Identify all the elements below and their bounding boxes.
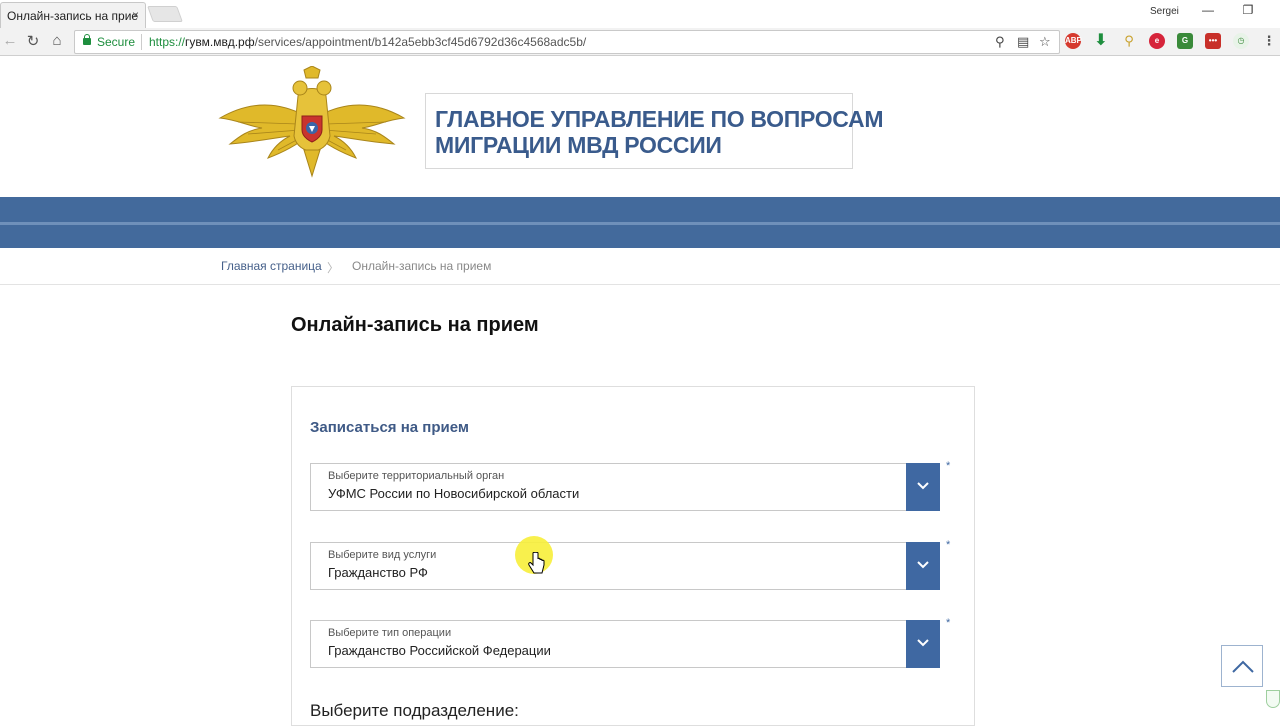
cursor-icon <box>528 552 545 574</box>
extension-g-icon[interactable]: G <box>1177 33 1193 49</box>
url-divider <box>141 34 142 50</box>
territorial-body-select[interactable]: Выберите территориальный орган УФМС Росс… <box>310 463 940 511</box>
agency-title-line-1: ГЛАВНОЕ УПРАВЛЕНИЕ ПО ВОПРОСАМ <box>435 106 884 132</box>
select-label: Выберите тип операции <box>328 627 452 639</box>
subdivision-heading: Выберите подразделение: <box>310 701 519 720</box>
breadcrumb-home-link[interactable]: Главная страница <box>221 259 322 273</box>
navigation-band-stripe <box>0 222 1280 225</box>
home-icon[interactable]: ⌂ <box>47 32 67 49</box>
breadcrumb-current: Онлайн-запись на прием <box>352 259 492 273</box>
extension-dots-icon[interactable]: ••• <box>1205 33 1221 49</box>
operation-type-select[interactable]: Выберите тип операции Гражданство Россий… <box>310 620 940 668</box>
url-path: /services/appointment/b142a5ebb3cf45d679… <box>254 35 587 49</box>
dropdown-toggle[interactable] <box>906 620 940 668</box>
breadcrumb-separator-icon: 〉 <box>327 261 340 275</box>
chevron-down-icon <box>917 639 929 647</box>
page-title: Онлайн-запись на прием <box>291 314 539 336</box>
browser-menu-icon[interactable]: ⋮ <box>1261 33 1277 49</box>
reload-icon[interactable]: ↻ <box>23 32 43 50</box>
restore-icon[interactable]: ❐ <box>1238 3 1258 17</box>
dropdown-toggle[interactable] <box>906 463 940 511</box>
translate-icon[interactable]: ▤ <box>1017 34 1029 50</box>
required-marker: * <box>946 617 951 629</box>
select-value: УФМС России по Новосибирской области <box>328 486 580 501</box>
appointment-form-card: Записаться на прием Выберите территориал… <box>291 386 975 726</box>
agency-title-line-2: МИГРАЦИИ МВД РОССИИ <box>435 132 722 158</box>
minimize-icon[interactable]: — <box>1198 3 1218 17</box>
emblem-logo[interactable] <box>218 66 406 178</box>
chevron-down-icon <box>917 482 929 490</box>
service-type-select[interactable]: Выберите вид услуги Гражданство РФ <box>310 542 940 590</box>
dropdown-toggle[interactable] <box>906 542 940 590</box>
extension-clock-icon[interactable]: ◷ <box>1233 33 1249 49</box>
agency-title-box: ГЛАВНОЕ УПРАВЛЕНИЕ ПО ВОПРОСАМ МИГРАЦИИ … <box>425 93 884 169</box>
url-host: гувм.мвд.рф <box>185 35 255 49</box>
select-label: Выберите вид услуги <box>328 549 437 561</box>
adblock-icon[interactable]: ABP <box>1065 33 1082 49</box>
chevron-up-icon <box>1232 660 1254 673</box>
browser-tab[interactable]: Онлайн-запись на прие × <box>0 2 146 28</box>
scroll-to-top-button[interactable] <box>1221 645 1263 687</box>
browser-tabstrip: Онлайн-запись на прие × Sergei — ❐ <box>0 0 1280 28</box>
lock-icon <box>83 34 91 45</box>
select-value: Гражданство Российской Федерации <box>328 643 551 658</box>
browser-toolbar: ← ↻ ⌂ Secure https://гувм.мвд.рф/service… <box>0 28 1280 56</box>
address-bar[interactable]: Secure https://гувм.мвд.рф/services/appo… <box>74 30 1060 54</box>
search-extension-icon[interactable]: ⚲ <box>1121 33 1137 49</box>
new-tab-button[interactable] <box>147 6 183 22</box>
tab-title: Онлайн-запись на прие <box>7 9 139 23</box>
form-title: Записаться на прием <box>310 419 469 436</box>
required-marker: * <box>946 460 951 472</box>
chevron-down-icon <box>917 561 929 569</box>
select-value: Гражданство РФ <box>328 565 428 580</box>
back-icon[interactable]: ← <box>0 32 20 49</box>
star-icon[interactable]: ☆ <box>1039 34 1051 50</box>
url-scheme: https:// <box>149 35 186 49</box>
secure-label: Secure <box>97 35 136 49</box>
tab-close-icon[interactable]: × <box>132 8 139 22</box>
zoom-icon[interactable]: ⚲ <box>995 34 1005 50</box>
download-icon[interactable]: ⬇ <box>1093 33 1109 49</box>
select-label: Выберите территориальный орган <box>328 470 505 482</box>
browser-user-name[interactable]: Sergei <box>1150 6 1179 17</box>
url-text[interactable]: https://гувм.мвд.рф/services/appointment… <box>149 35 586 49</box>
breadcrumb: Главная страница 〉 Онлайн-запись на прие… <box>0 249 1280 285</box>
extension-e-icon[interactable]: e <box>1149 33 1165 49</box>
required-marker: * <box>946 539 951 551</box>
shield-icon <box>1266 690 1280 708</box>
